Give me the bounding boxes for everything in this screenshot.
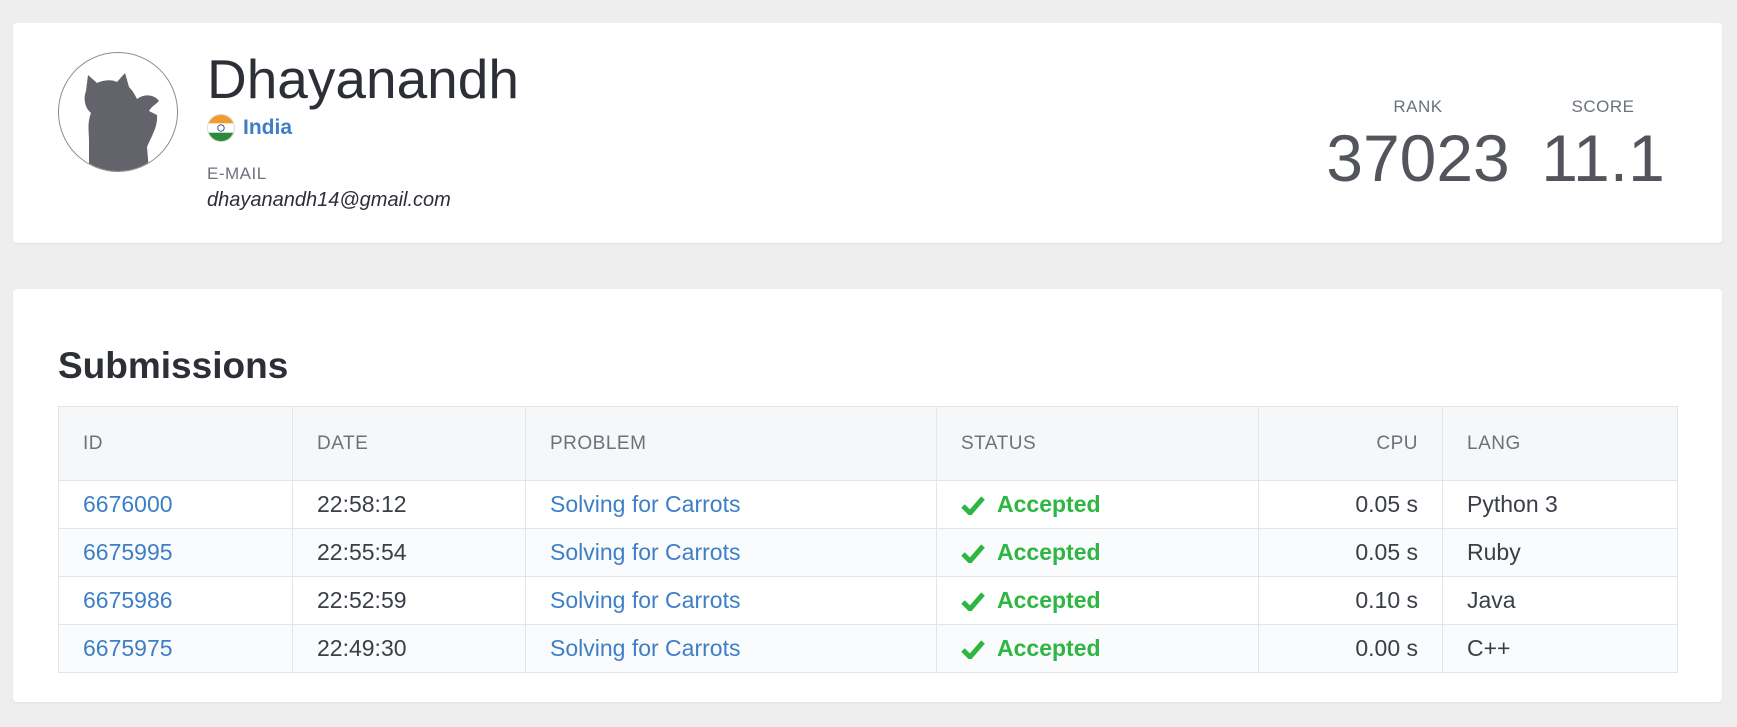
problem-link[interactable]: Solving for Carrots <box>550 539 740 565</box>
status-text: Accepted <box>997 491 1101 517</box>
profile-card: Dhayanandh India E-MAIL dhayanandh14@gma… <box>13 23 1722 243</box>
rank-stat: RANK 37023 <box>1318 97 1518 191</box>
submission-id-cell: 6675986 <box>58 576 293 625</box>
checkmark-icon <box>961 495 985 515</box>
submission-status-cell: Accepted <box>936 528 1259 577</box>
checkmark-icon <box>961 639 985 659</box>
username: Dhayanandh <box>207 48 519 110</box>
submission-status-cell: Accepted <box>936 624 1259 673</box>
submission-problem-cell: Solving for Carrots <box>525 528 937 577</box>
submission-date: 22:52:59 <box>292 576 526 625</box>
submission-date: 22:55:54 <box>292 528 526 577</box>
status-badge: Accepted <box>961 539 1234 566</box>
submission-status-cell: Accepted <box>936 576 1259 625</box>
table-header-row: ID DATE PROBLEM STATUS CPU LANG <box>58 406 1678 481</box>
column-header-problem: PROBLEM <box>525 406 937 481</box>
status-text: Accepted <box>997 587 1101 613</box>
submission-cpu: 0.05 s <box>1258 480 1443 529</box>
country: India <box>207 113 292 143</box>
submission-date: 22:58:12 <box>292 480 526 529</box>
score-label: SCORE <box>1571 97 1635 116</box>
submission-status-cell: Accepted <box>936 480 1259 529</box>
checkmark-icon <box>961 543 985 563</box>
submission-lang: C++ <box>1442 624 1678 673</box>
submissions-table-wrapper: ID DATE PROBLEM STATUS CPU LANG 6676000 … <box>58 406 1678 673</box>
submission-id-link[interactable]: 6675995 <box>83 539 173 565</box>
submissions-card: Submissions ID DATE PROBLEM STATUS CPU L… <box>13 289 1722 702</box>
country-link[interactable]: India <box>243 116 292 140</box>
score-value: 11.1 <box>1541 121 1665 195</box>
email-value: dhayanandh14@gmail.com <box>207 189 451 211</box>
submission-id-cell: 6675975 <box>58 624 293 673</box>
submission-cpu: 0.10 s <box>1258 576 1443 625</box>
submission-lang: Ruby <box>1442 528 1678 577</box>
submission-lang: Java <box>1442 576 1678 625</box>
status-badge: Accepted <box>961 635 1234 662</box>
column-header-id: ID <box>58 406 293 481</box>
submission-id-link[interactable]: 6676000 <box>83 491 173 517</box>
rank-label: RANK <box>1393 97 1443 116</box>
status-text: Accepted <box>997 539 1101 565</box>
submission-date: 22:49:30 <box>292 624 526 673</box>
submission-id-link[interactable]: 6675975 <box>83 635 173 661</box>
column-header-lang: LANG <box>1442 406 1678 481</box>
problem-link[interactable]: Solving for Carrots <box>550 587 740 613</box>
submission-problem-cell: Solving for Carrots <box>525 624 937 673</box>
checkmark-icon <box>961 591 985 611</box>
submission-id-link[interactable]: 6675986 <box>83 587 173 613</box>
column-header-date: DATE <box>292 406 526 481</box>
section-title: Submissions <box>58 345 289 386</box>
table-row: 6676000 22:58:12 Solving for Carrots Acc… <box>58 480 1678 529</box>
status-text: Accepted <box>997 635 1101 661</box>
submissions-table: ID DATE PROBLEM STATUS CPU LANG 6676000 … <box>58 406 1678 673</box>
submission-id-cell: 6675995 <box>58 528 293 577</box>
status-badge: Accepted <box>961 587 1234 614</box>
avatar <box>58 52 178 172</box>
rank-value: 37023 <box>1326 121 1510 195</box>
table-row: 6675975 22:49:30 Solving for Carrots Acc… <box>58 624 1678 673</box>
problem-link[interactable]: Solving for Carrots <box>550 635 740 661</box>
submission-problem-cell: Solving for Carrots <box>525 576 937 625</box>
score-stat: SCORE 11.1 <box>1513 97 1693 191</box>
submission-id-cell: 6676000 <box>58 480 293 529</box>
table-row: 6675995 22:55:54 Solving for Carrots Acc… <box>58 528 1678 577</box>
column-header-status: STATUS <box>936 406 1259 481</box>
email-label: E-MAIL <box>207 164 267 183</box>
table-row: 6675986 22:52:59 Solving for Carrots Acc… <box>58 576 1678 625</box>
column-header-cpu: CPU <box>1258 406 1443 481</box>
submission-cpu: 0.00 s <box>1258 624 1443 673</box>
submission-problem-cell: Solving for Carrots <box>525 480 937 529</box>
submission-cpu: 0.05 s <box>1258 528 1443 577</box>
submission-lang: Python 3 <box>1442 480 1678 529</box>
avatar-silhouette-icon <box>84 73 159 171</box>
problem-link[interactable]: Solving for Carrots <box>550 491 740 517</box>
india-flag-icon <box>207 114 235 142</box>
status-badge: Accepted <box>961 491 1234 518</box>
